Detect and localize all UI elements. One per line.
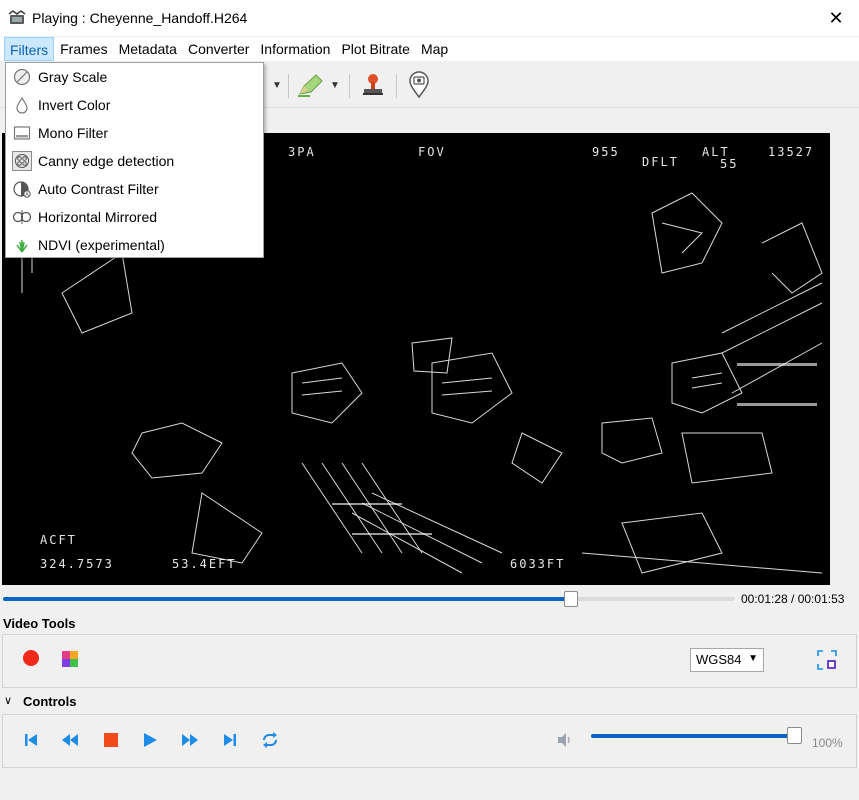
auto-contrast-icon: A [12, 179, 32, 199]
osd-range: 6033FT [510, 557, 566, 571]
rewind-icon [62, 734, 78, 746]
osd-acft: ACFT [40, 533, 77, 547]
menu-item-label: Invert Color [38, 97, 111, 113]
fast-forward-icon [182, 734, 198, 746]
mirror-icon [12, 207, 32, 227]
loop-icon [263, 732, 277, 748]
stamp-icon [363, 74, 383, 95]
volume-slider-track[interactable] [591, 734, 796, 738]
seek-handle[interactable] [564, 591, 579, 607]
menu-metadata[interactable]: Metadata [114, 37, 182, 61]
chevron-down-icon: ▼ [748, 653, 758, 664]
menu-item-canny-edge-detection[interactable]: Canny edge detection [6, 147, 263, 175]
seek-bar[interactable]: 00:01:28 / 00:01:53 [0, 588, 859, 610]
menu-frames[interactable]: Frames [55, 37, 112, 61]
menu-item-mono-filter[interactable]: Mono Filter [6, 119, 263, 147]
menu-item-label: Horizontal Mirrored [38, 209, 158, 225]
menu-item-horizontal-mirrored[interactable]: Horizontal Mirrored [6, 203, 263, 231]
controls-collapse-icon[interactable]: ∨ [4, 694, 12, 707]
close-button[interactable]: ✕ [813, 0, 859, 36]
osd-value: 955 [592, 145, 620, 159]
osd-alt-value: 13527 [768, 145, 815, 159]
menu-item-gray-scale[interactable]: Gray Scale [6, 63, 263, 91]
seek-progress [3, 597, 572, 601]
gray-scale-icon [12, 67, 32, 87]
menu-item-ndvi[interactable]: NDVI (experimental) [6, 231, 263, 259]
skip-start-icon [25, 734, 37, 746]
stamp-button[interactable] [360, 70, 386, 100]
rewind-button[interactable] [60, 730, 80, 750]
volume-percentage: 100% [812, 736, 843, 750]
stop-button[interactable] [101, 730, 121, 750]
chevron-down-icon: ▼ [330, 79, 340, 91]
skip-to-end-button[interactable] [220, 730, 240, 750]
toolbar-separator [288, 74, 289, 98]
menu-map[interactable]: Map [416, 37, 453, 61]
menu-information[interactable]: Information [255, 37, 335, 61]
menu-plot-bitrate[interactable]: Plot Bitrate [336, 37, 414, 61]
menu-item-label: Mono Filter [38, 125, 109, 141]
stop-icon [104, 733, 118, 747]
osd-latitude: 324.7573 [40, 557, 114, 571]
fast-forward-button[interactable] [180, 730, 200, 750]
osd-deflt: DFLT [642, 155, 679, 169]
menu-converter[interactable]: Converter [183, 37, 254, 61]
screen-capture-icon[interactable] [816, 649, 838, 671]
seek-track[interactable] [3, 591, 735, 607]
toolbar-separator [349, 74, 350, 98]
volume-slider-handle[interactable] [787, 727, 802, 744]
skip-end-icon [224, 734, 236, 746]
osd-fov: FOV [418, 145, 446, 159]
map-pin-button[interactable] [407, 70, 431, 100]
play-button[interactable] [140, 730, 160, 750]
highlighter-icon [298, 74, 323, 97]
color-palette-icon[interactable] [62, 651, 78, 667]
svg-text:A: A [25, 192, 29, 198]
play-icon [144, 733, 157, 747]
canny-edge-icon [12, 151, 32, 171]
invert-color-icon [12, 95, 32, 115]
time-readout: 00:01:28 / 00:01:53 [741, 592, 845, 606]
osd-feet: 53.4EFT [172, 557, 237, 571]
controls-panel [2, 714, 857, 768]
menu-item-label: Gray Scale [38, 69, 108, 85]
menu-item-auto-contrast-filter[interactable]: A Auto Contrast Filter [6, 175, 263, 203]
skip-to-start-button[interactable] [21, 730, 41, 750]
location-pin-icon [409, 71, 429, 99]
crs-select-value: WGS84 [696, 652, 742, 667]
menu-item-invert-color[interactable]: Invert Color [6, 91, 263, 119]
controls-title: Controls [23, 694, 77, 709]
close-icon: ✕ [828, 7, 844, 28]
mono-filter-icon [12, 123, 32, 143]
menu-filters[interactable]: Filters [4, 37, 55, 61]
filters-dropdown-menu: Gray Scale Invert Color Mono Filter Cann… [5, 62, 264, 258]
ndvi-grass-icon [12, 235, 32, 255]
loop-button[interactable] [260, 730, 280, 750]
menu-item-label: Canny edge detection [38, 153, 175, 169]
osd-heading: 3PA [288, 145, 316, 159]
crs-select[interactable]: WGS84 ▼ [690, 648, 764, 672]
volume-icon[interactable] [556, 731, 574, 749]
menu-item-label: Auto Contrast Filter [38, 181, 159, 197]
highlighter-button[interactable]: ▼ [296, 70, 340, 100]
app-icon [8, 10, 26, 24]
title-bar: Playing : Cheyenne_Handoff.H264 ✕ [0, 0, 859, 36]
toolbar-dropdown-button[interactable]: ▼ [268, 70, 282, 100]
menu-item-label: NDVI (experimental) [38, 237, 165, 253]
window-title: Playing : Cheyenne_Handoff.H264 [32, 10, 248, 26]
record-button[interactable] [23, 650, 39, 666]
osd-deflt-value: 55 [720, 157, 739, 171]
toolbar-separator [396, 74, 397, 98]
video-tools-title: Video Tools [3, 616, 76, 631]
chevron-down-icon: ▼ [272, 79, 282, 91]
menu-bar: Filters Frames Metadata Converter Inform… [0, 37, 859, 61]
